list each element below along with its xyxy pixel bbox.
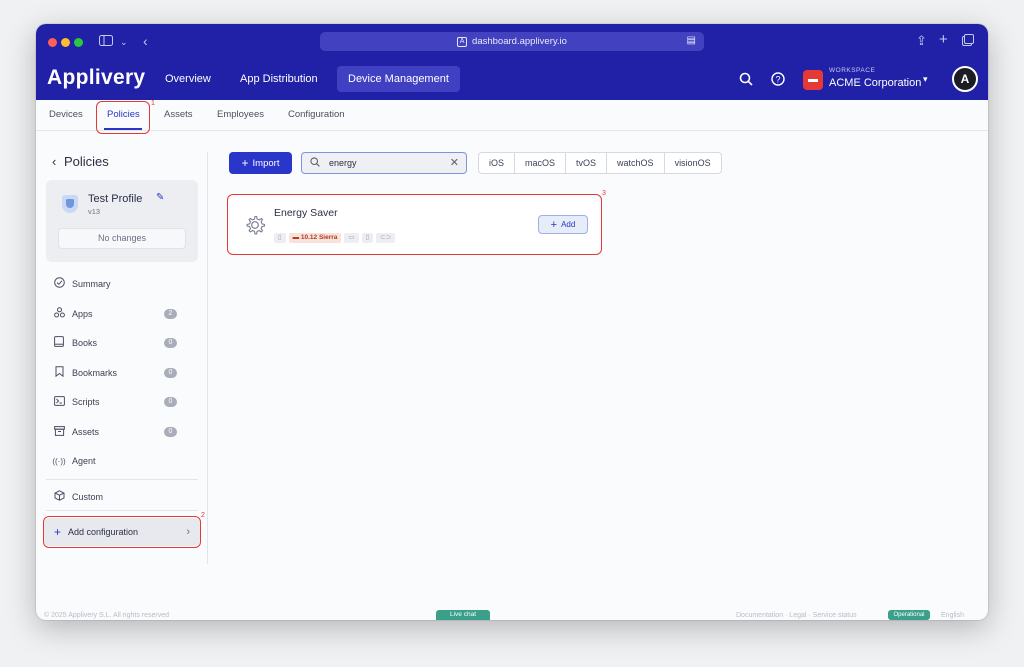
footer-copyright: © 2025 Applivery S.L. All rights reserve… xyxy=(44,612,169,619)
annotation-number-2: 2 xyxy=(201,512,205,519)
filter-ios[interactable]: iOS xyxy=(479,153,516,173)
sidebar-item-label: Books xyxy=(72,338,98,348)
plus-icon: + xyxy=(241,156,249,170)
annotation-box-2 xyxy=(43,516,201,548)
sidebar-item-apps[interactable]: Apps xyxy=(52,306,93,322)
sidebar-item-summary[interactable]: Summary xyxy=(52,276,111,292)
close-window-button[interactable] xyxy=(48,38,57,47)
sidebar-item-label: Apps xyxy=(72,309,93,319)
sidebar-divider xyxy=(46,510,198,511)
import-label: Import xyxy=(252,157,280,169)
status-badge: Operational xyxy=(888,610,930,620)
filter-visionos[interactable]: visionOS xyxy=(665,153,721,173)
profile-name: Test Profile xyxy=(88,193,143,205)
check-circle-icon xyxy=(52,277,66,291)
app-header: Applivery Overview App Distribution Devi… xyxy=(36,60,988,100)
maximize-window-button[interactable] xyxy=(74,38,83,47)
search-value: energy xyxy=(329,158,357,168)
sidebar-divider xyxy=(46,479,198,480)
tab-employees[interactable]: Employees xyxy=(217,109,264,120)
workspace-label: WORKSPACE xyxy=(829,67,876,74)
cube-icon xyxy=(52,490,66,504)
sidebar-item-scripts[interactable]: Scripts xyxy=(52,394,100,410)
reader-icon[interactable]: ▤ xyxy=(687,35,696,46)
apps-count-badge: 2 xyxy=(164,309,177,319)
footer-links[interactable]: Documentation · Legal · Service status xyxy=(736,612,857,619)
assets-count-badge: 0 xyxy=(164,427,177,437)
nav-app-distribution[interactable]: App Distribution xyxy=(229,66,329,92)
annotation-number-1: 1 xyxy=(151,100,155,107)
sidebar-item-label: Bookmarks xyxy=(72,368,118,378)
edit-pencil-icon[interactable]: ✎ xyxy=(156,192,164,203)
sidebar-item-agent[interactable]: ((·)) Agent xyxy=(52,453,96,469)
help-icon[interactable]: ? xyxy=(771,72,785,91)
bookmark-icon xyxy=(52,366,66,380)
footer: © 2025 Applivery S.L. All rights reserve… xyxy=(36,610,988,620)
sidebar-item-label: Custom xyxy=(72,492,104,502)
sidebar-item-bookmarks[interactable]: Bookmarks xyxy=(52,365,117,381)
broadcast-icon: ((·)) xyxy=(52,456,66,466)
search-icon[interactable] xyxy=(739,72,753,91)
content-divider xyxy=(207,152,208,564)
sidebar-item-label: Agent xyxy=(72,456,96,466)
filter-macos[interactable]: macOS xyxy=(515,153,567,173)
applivery-logo[interactable]: Applivery xyxy=(47,66,145,90)
browser-window: ⌄ ‹ A dashboard.applivery.io ▤ ⇪ + Appli… xyxy=(36,24,988,620)
language-selector[interactable]: English xyxy=(941,612,964,619)
sidebar-item-label: Summary xyxy=(72,279,111,289)
apps-icon xyxy=(52,307,66,321)
sub-navigation: Devices Policies Assets Employees Config… xyxy=(36,100,988,131)
tab-configuration[interactable]: Configuration xyxy=(288,109,345,120)
chevron-down-icon[interactable]: ▾ xyxy=(923,74,928,85)
new-tab-icon[interactable]: + xyxy=(939,32,948,47)
sidebar-item-label: Assets xyxy=(72,427,100,437)
search-input[interactable]: energy ✕ xyxy=(301,152,467,174)
terminal-icon xyxy=(52,395,66,409)
search-icon xyxy=(310,157,320,167)
tab-assets[interactable]: Assets xyxy=(164,109,193,120)
sidebar-item-assets[interactable]: Assets xyxy=(52,424,99,440)
sidebar-item-custom[interactable]: Custom xyxy=(52,489,103,505)
workspace-logo: ▬ xyxy=(803,70,823,90)
share-icon[interactable]: ⇪ xyxy=(916,34,927,48)
chevron-down-icon[interactable]: ⌄ xyxy=(120,35,128,49)
url-text: dashboard.applivery.io xyxy=(472,36,567,47)
platform-filter: iOS macOS tvOS watchOS visionOS xyxy=(478,152,722,174)
minimize-window-button[interactable] xyxy=(61,38,70,47)
live-chat-button[interactable]: Live chat xyxy=(436,610,490,620)
workspace-name[interactable]: ACME Corporation xyxy=(829,77,921,89)
site-icon: A xyxy=(457,36,468,47)
import-button[interactable]: + Import xyxy=(229,152,292,174)
sidebar-item-label: Scripts xyxy=(72,397,100,407)
back-arrow-icon[interactable]: ‹ xyxy=(143,34,148,48)
no-changes-button[interactable]: No changes xyxy=(58,228,186,249)
profile-version: v13 xyxy=(88,207,101,216)
archive-icon xyxy=(52,425,66,439)
address-bar[interactable]: A dashboard.applivery.io ▤ xyxy=(320,32,704,51)
sidebar-toggle-icon[interactable] xyxy=(99,35,113,49)
browser-titlebar: ⌄ ‹ A dashboard.applivery.io ▤ ⇪ + xyxy=(36,24,988,60)
scripts-count-badge: 0 xyxy=(164,397,177,407)
tab-devices[interactable]: Devices xyxy=(49,109,83,120)
svg-text:?: ? xyxy=(775,75,780,85)
back-label: Policies xyxy=(63,154,109,169)
clear-search-icon[interactable]: ✕ xyxy=(450,156,459,169)
back-to-policies[interactable]: ‹ Policies xyxy=(52,154,109,169)
book-icon xyxy=(52,336,66,350)
annotation-number-3: 3 xyxy=(602,190,606,197)
tabs-overview-icon[interactable] xyxy=(962,34,974,49)
filter-tvos[interactable]: tvOS xyxy=(566,153,608,173)
nav-overview[interactable]: Overview xyxy=(154,66,222,92)
annotation-box-1 xyxy=(96,101,150,134)
nav-device-management[interactable]: Device Management xyxy=(337,66,460,92)
sidebar-item-books[interactable]: Books xyxy=(52,335,97,351)
annotation-box-3 xyxy=(227,194,602,255)
avatar[interactable]: A xyxy=(952,66,978,92)
shield-icon xyxy=(62,195,78,213)
bookmarks-count-badge: 0 xyxy=(164,368,177,378)
profile-card: Test Profile ✎ v13 No changes xyxy=(46,180,198,262)
filter-watchos[interactable]: watchOS xyxy=(607,153,665,173)
chevron-left-icon: ‹ xyxy=(52,154,57,169)
books-count-badge: 0 xyxy=(164,338,177,348)
